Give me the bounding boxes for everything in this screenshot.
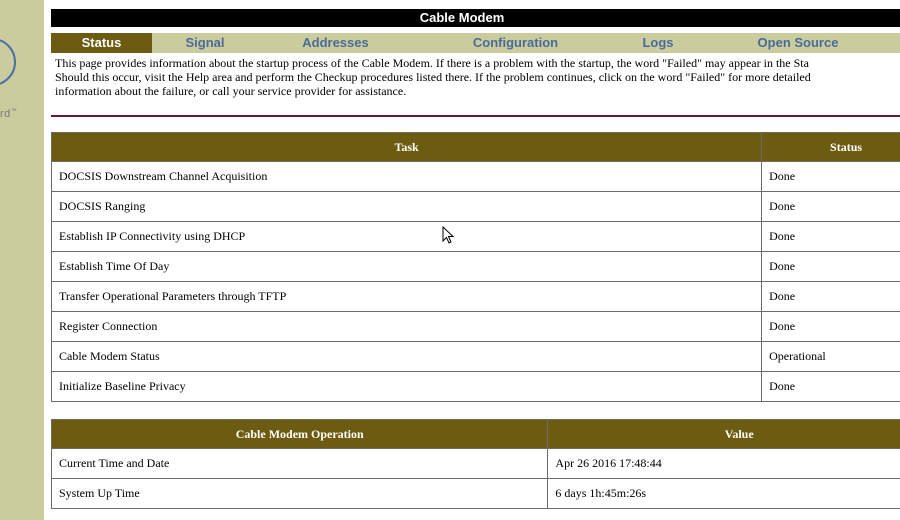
tab-logs[interactable]: Logs: [618, 33, 698, 53]
operation-table: Cable Modem Operation Value Current Time…: [51, 419, 900, 509]
brand-logo-text: rd™: [0, 108, 18, 120]
task-cell: DOCSIS Ranging: [51, 191, 763, 222]
task-cell: Establish Time Of Day: [51, 251, 763, 282]
tab-signal[interactable]: Signal: [152, 33, 258, 53]
status-cell: Done: [761, 161, 900, 192]
table-header-row: Cable Modem Operation Value: [51, 419, 900, 449]
table-header-row: Task Status: [51, 132, 900, 162]
column-header-operation: Cable Modem Operation: [51, 419, 549, 449]
tab-open-source[interactable]: Open Source: [698, 33, 898, 53]
operation-cell: System Up Time: [51, 478, 549, 509]
table-row: Register Connection Done: [51, 311, 900, 342]
status-cell: Done: [761, 311, 900, 342]
column-header-task: Task: [51, 132, 763, 162]
table-row: System Up Time 6 days 1h:45m:26s: [51, 478, 900, 509]
status-cell: Operational: [761, 341, 900, 372]
table-row: Establish IP Connectivity using DHCP Done: [51, 221, 900, 252]
tab-bar: Status Signal Addresses Configuration Lo…: [51, 33, 900, 53]
column-header-value: Value: [547, 419, 900, 449]
page-title: Cable Modem: [419, 10, 505, 25]
task-cell: Initialize Baseline Privacy: [51, 371, 763, 402]
mouse-pointer-icon: [442, 226, 454, 244]
operation-cell: Current Time and Date: [51, 448, 549, 479]
status-cell: Done: [761, 221, 900, 252]
table-row: Initialize Baseline Privacy Done: [51, 371, 900, 402]
table-row: DOCSIS Downstream Channel Acquisition Don…: [51, 161, 900, 192]
intro-text: This page provides information about the…: [55, 56, 900, 98]
column-header-status: Status: [761, 132, 900, 162]
task-cell: DOCSIS Downstream Channel Acquisition: [51, 161, 763, 192]
table-row: Establish Time Of Day Done: [51, 251, 900, 282]
status-cell: Done: [761, 251, 900, 282]
value-cell: Apr 26 2016 17:48:44: [547, 448, 900, 479]
table-row: Cable Modem Status Operational: [51, 341, 900, 372]
task-table: Task Status DOCSIS Downstream Channel Ac…: [51, 132, 900, 402]
status-cell: Done: [761, 371, 900, 402]
intro-line: This page provides information about the…: [55, 56, 809, 70]
table-row: Current Time and Date Apr 26 2016 17:48:4…: [51, 448, 900, 479]
intro-line: information about the failure, or call y…: [55, 84, 407, 98]
brand-logo-icon: [0, 38, 16, 86]
table-row: Transfer Operational Parameters through …: [51, 281, 900, 312]
main-content: Cable Modem Status Signal Addresses Conf…: [51, 0, 900, 520]
tab-configuration[interactable]: Configuration: [413, 33, 618, 53]
task-cell: Transfer Operational Parameters through …: [51, 281, 763, 312]
status-cell: Done: [761, 281, 900, 312]
table-row: DOCSIS Ranging Done: [51, 191, 900, 222]
intro-line: Should this occur, visit the Help area a…: [55, 70, 811, 84]
task-cell: Cable Modem Status: [51, 341, 763, 372]
value-cell: 6 days 1h:45m:26s: [547, 478, 900, 509]
sidebar: rd™: [0, 0, 44, 520]
status-cell: Done: [761, 191, 900, 222]
tab-status[interactable]: Status: [51, 33, 152, 53]
tab-addresses[interactable]: Addresses: [258, 33, 413, 53]
page-header: Cable Modem: [51, 9, 900, 27]
task-cell: Register Connection: [51, 311, 763, 342]
divider: [51, 115, 900, 117]
task-cell: Establish IP Connectivity using DHCP: [51, 221, 763, 252]
